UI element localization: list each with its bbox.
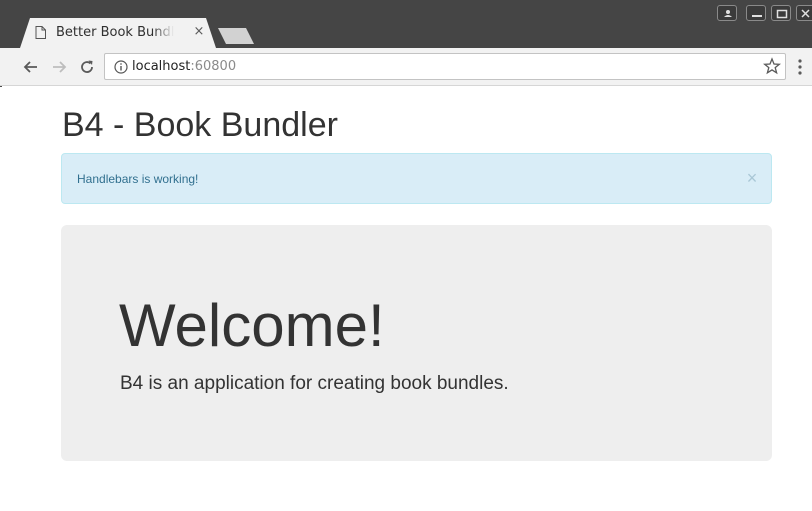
close-window-icon[interactable]: [796, 5, 812, 21]
welcome-heading: Welcome!: [119, 292, 385, 359]
url-text: localhost:60800: [132, 59, 236, 75]
user-profile-icon[interactable]: [717, 5, 737, 21]
page-icon: [35, 26, 46, 39]
alert-message: Handlebars is working!: [77, 172, 199, 186]
page-viewport: B4 - Book Bundler Handlebars is working!…: [0, 87, 812, 511]
maximize-icon[interactable]: [771, 5, 791, 21]
minimize-icon[interactable]: [746, 5, 766, 21]
browser-tab[interactable]: Better Book Bundler ×: [20, 18, 216, 48]
tab-close-icon[interactable]: ×: [192, 24, 206, 40]
reload-icon[interactable]: [78, 58, 96, 76]
info-alert: Handlebars is working! ×: [61, 153, 772, 204]
more-menu-icon[interactable]: [797, 58, 803, 76]
welcome-lead: B4 is an application for creating book b…: [120, 373, 509, 394]
url-port: :60800: [190, 59, 237, 74]
tab-title: Better Book Bundler: [56, 25, 174, 40]
forward-arrow-icon[interactable]: [50, 58, 68, 76]
alert-close-icon[interactable]: ×: [744, 168, 760, 188]
back-arrow-icon[interactable]: [22, 58, 40, 76]
jumbotron: Welcome! B4 is an application for creati…: [61, 225, 772, 461]
bookmark-star-icon[interactable]: [762, 57, 782, 75]
browser-titlebar: Better Book Bundler ×: [0, 0, 812, 48]
new-tab-button[interactable]: [218, 28, 254, 44]
browser-toolbar: localhost:60800: [0, 48, 812, 86]
page-title: B4 - Book Bundler: [62, 106, 338, 144]
url-host: localhost: [132, 59, 191, 74]
address-bar[interactable]: localhost:60800: [104, 53, 786, 80]
info-icon[interactable]: [114, 60, 128, 74]
